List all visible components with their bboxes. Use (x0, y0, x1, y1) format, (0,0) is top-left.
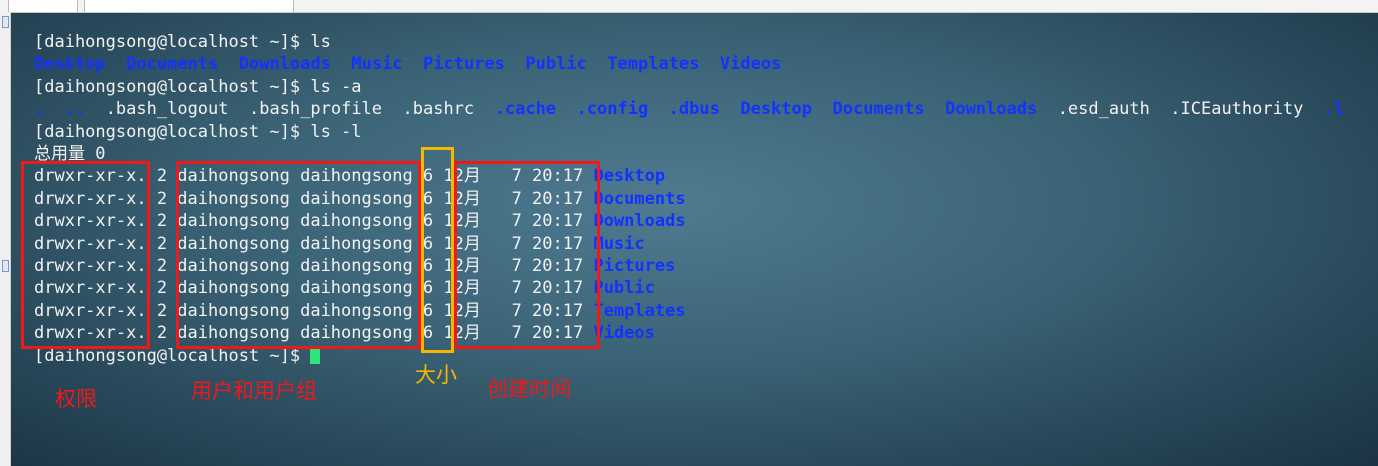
directory-name: .cache (494, 99, 557, 120)
directory-name: Documents (593, 188, 686, 209)
directory-name: .config (576, 99, 649, 120)
terminal-line: . .. .bash_logout .bash_profile .bashrc … (34, 98, 1344, 120)
window-top-bar (0, 0, 1378, 13)
side-marker-icon (2, 16, 9, 28)
terminal-text: .bash_logout .bash_profile .bashrc (85, 99, 495, 120)
directory-name: Desktop (740, 99, 812, 120)
directory-name: . (34, 99, 45, 120)
directory-name: .. (64, 99, 86, 120)
directory-name: Pictures (593, 256, 676, 276)
owner-group-highlight-box (176, 161, 421, 349)
directory-name: .dbus (668, 99, 720, 120)
terminal-line: [daihongsong@localhost ~]$ ls -a (34, 76, 362, 98)
directory-name: Videos (719, 54, 782, 75)
directory-name: Downloads (593, 211, 686, 232)
directory-name: Pictures (423, 54, 505, 75)
directory-name: Public (525, 54, 587, 75)
directory-name: Templates (593, 300, 686, 321)
directory-name: Documents (832, 99, 925, 120)
terminal-window[interactable]: [daihongsong@localhost ~]$ ls Desktop Doc… (11, 13, 1378, 466)
terminal-text: [daihongsong@localhost ~]$ ls (34, 32, 331, 52)
side-marker-icon (2, 260, 9, 272)
directory-name: .l (1323, 99, 1345, 120)
directory-name: Music (593, 233, 645, 254)
permissions-label: 权限 (55, 387, 97, 411)
left-side-bar (0, 12, 11, 466)
terminal-line: [daihongsong@localhost ~]$ ls (34, 31, 331, 53)
created-time-label: 创建时间 (487, 377, 571, 401)
terminal-text: .esd_auth .ICEauthority (1037, 99, 1324, 120)
owner-group-label: 用户和用户组 (191, 379, 317, 403)
directory-name: Downloads (945, 99, 1038, 120)
size-label: 大小 (415, 363, 457, 387)
directory-name: Videos (593, 323, 655, 344)
permissions-highlight-box (21, 161, 150, 349)
terminal-text: [daihongsong@localhost ~]$ ls -a (34, 76, 362, 97)
terminal-line: Desktop Documents Downloads Music Pictur… (34, 53, 781, 75)
terminal-text: [daihongsong@localhost ~]$ ls -l (34, 121, 362, 142)
directory-name: Downloads (238, 54, 331, 75)
directory-name: Music (351, 54, 403, 75)
created-time-highlight-box (454, 161, 600, 349)
directory-name: Desktop (593, 166, 666, 187)
cursor-icon (310, 346, 321, 364)
terminal-line: [daihongsong@localhost ~]$ ls -l (34, 121, 362, 143)
tab-active[interactable] (84, 0, 294, 12)
directory-name: Documents (126, 54, 219, 75)
directory-name: Public (593, 278, 655, 299)
size-highlight-box (421, 147, 454, 353)
directory-name: Desktop (34, 54, 106, 75)
directory-name: Templates (607, 54, 700, 75)
tab-left[interactable] (8, 0, 78, 12)
